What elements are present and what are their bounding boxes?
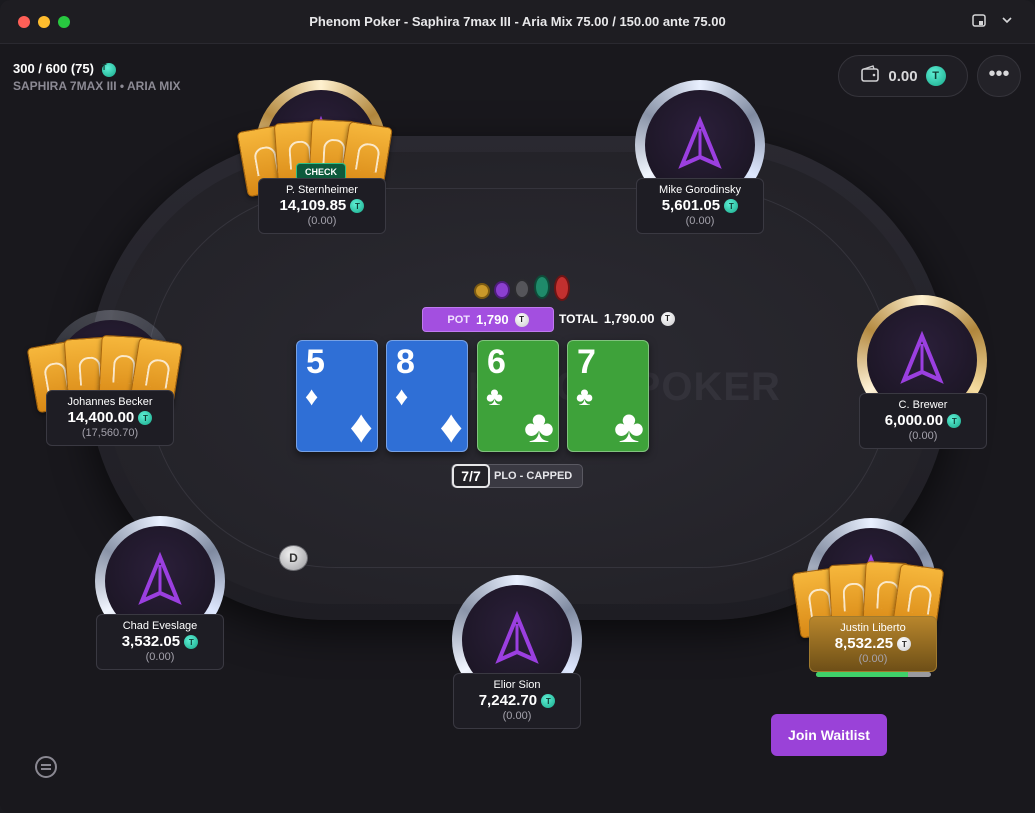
pot-chips xyxy=(474,275,578,303)
board-card: 5 ♦ ♦ xyxy=(296,340,378,452)
card-suit: ♣ xyxy=(576,381,594,411)
chevron-down-icon[interactable] xyxy=(998,13,1016,31)
gem-icon: T xyxy=(514,312,529,327)
gem-icon: T xyxy=(101,62,116,77)
more-menu-button[interactable]: ••• xyxy=(977,55,1021,97)
stack-value: 14,400.00 xyxy=(67,409,135,426)
player-name: Justin Liberto xyxy=(840,622,906,634)
seat-nameplate[interactable]: Johannes Becker 14,400.00 T (17,560.70) xyxy=(46,390,174,446)
player-stack: 5,601.05 T xyxy=(637,197,763,214)
chat-icon[interactable] xyxy=(35,756,57,778)
stack-value: 3,532.05 xyxy=(121,633,181,650)
stack-value: 14,109.85 xyxy=(279,197,347,214)
dealer-button: D xyxy=(279,545,308,571)
game-type-badge: 7/7 PLO - CAPPED xyxy=(451,464,583,488)
card-suit: ♦ xyxy=(395,381,409,411)
board-card: 7 ♣ ♣ xyxy=(567,340,649,452)
gem-icon: T xyxy=(947,414,962,429)
player-sub: (0.00) xyxy=(908,430,938,442)
card-suit-large: ♣ xyxy=(523,400,554,452)
card-suit: ♦ xyxy=(305,381,319,411)
gem-icon: T xyxy=(660,311,675,326)
phenom-logo-icon xyxy=(678,115,722,169)
card-suit: ♣ xyxy=(486,381,504,411)
chip xyxy=(554,275,570,301)
total-label: TOTAL xyxy=(559,311,598,326)
chip xyxy=(534,275,550,299)
card-rank: 7 xyxy=(577,343,596,381)
gem-icon: T xyxy=(724,199,739,214)
total-value: 1,790.00 xyxy=(603,311,655,326)
window-icon[interactable] xyxy=(970,13,988,31)
pot-value: 1,790 xyxy=(476,312,509,327)
join-waitlist-button[interactable]: Join Waitlist xyxy=(771,714,887,756)
player-name: Johannes Becker xyxy=(67,396,153,408)
title-bar: Phenom Poker - Saphira 7max III - Aria M… xyxy=(0,0,1035,44)
player-name: P. Sternheimer xyxy=(286,184,358,196)
seat-nameplate[interactable]: Elior Sion 7,242.70 T (0.00) xyxy=(453,673,581,729)
gem-icon: T xyxy=(184,635,199,650)
timer-fill xyxy=(816,672,908,677)
total-amount: TOTAL 1,790.00 T xyxy=(559,311,675,326)
stakes-text: 300 / 600 (75) xyxy=(13,61,94,76)
app-window: Phenom Poker - Saphira 7max III - Aria M… xyxy=(0,0,1035,813)
stakes-label: 300 / 600 (75) T xyxy=(13,61,116,77)
phenom-logo-icon xyxy=(495,610,539,664)
card-rank: 8 xyxy=(396,343,415,381)
phenom-logo-icon xyxy=(900,330,944,384)
seat-nameplate-active[interactable]: Justin Liberto 8,532.25 T (0.00) xyxy=(809,616,937,672)
player-stack: 8,532.25 T xyxy=(810,635,936,652)
player-sub: (17,560.70) xyxy=(81,427,139,439)
player-stack: 7,242.70 T xyxy=(454,692,580,709)
player-name: Elior Sion xyxy=(493,679,541,691)
board-card: 6 ♣ ♣ xyxy=(477,340,559,452)
pot-amount: POT 1,790 T xyxy=(422,307,554,332)
seat-nameplate[interactable]: C. Brewer 6,000.00 T (0.00) xyxy=(859,393,987,449)
player-count: 7/7 xyxy=(452,464,490,488)
phenom-logo-icon xyxy=(138,551,182,605)
player-stack: 14,400.00 T xyxy=(47,409,173,426)
wallet-balance: 0.00 xyxy=(888,67,918,85)
player-name: C. Brewer xyxy=(898,399,948,411)
card-rank: 6 xyxy=(487,343,506,381)
table-subtitle: SAPHIRA 7MAX III • ARIA MIX xyxy=(13,79,181,93)
player-sub: (0.00) xyxy=(502,710,532,722)
player-sub: (0.00) xyxy=(858,653,888,665)
seat-nameplate[interactable]: P. Sternheimer 14,109.85 T (0.00) xyxy=(258,178,386,234)
gem-icon: T xyxy=(138,411,153,426)
card-suit-large: ♣ xyxy=(613,400,644,452)
player-sub: (0.00) xyxy=(685,215,715,227)
gem-icon: T xyxy=(541,694,556,709)
player-sub: (0.00) xyxy=(307,215,337,227)
window-title: Phenom Poker - Saphira 7max III - Aria M… xyxy=(309,14,726,29)
player-name: Mike Gorodinsky xyxy=(659,184,741,196)
player-stack: 14,109.85 T xyxy=(259,197,385,214)
seat-nameplate[interactable]: Chad Eveslage 3,532.05 T (0.00) xyxy=(96,614,224,670)
player-stack: 3,532.05 T xyxy=(97,633,223,650)
game-name: PLO - CAPPED xyxy=(494,470,573,482)
card-suit-large: ♦ xyxy=(349,400,373,452)
wallet-icon xyxy=(860,65,880,87)
chip xyxy=(514,279,530,299)
wallet-button[interactable]: 0.00 T xyxy=(838,55,968,97)
player-name: Chad Eveslage xyxy=(122,620,198,632)
action-timer-bar xyxy=(816,672,931,677)
stack-value: 7,242.70 xyxy=(478,692,538,709)
card-suit-large: ♦ xyxy=(439,400,463,452)
seat-nameplate[interactable]: Mike Gorodinsky 5,601.05 T (0.00) xyxy=(636,178,764,234)
card-rank: 5 xyxy=(306,343,325,381)
chip xyxy=(474,283,490,299)
stack-value: 6,000.00 xyxy=(884,412,944,429)
board-card: 8 ♦ ♦ xyxy=(386,340,468,452)
gem-icon: T xyxy=(925,66,946,86)
gem-icon: T xyxy=(897,637,912,652)
pot-label: POT xyxy=(447,313,471,326)
player-stack: 6,000.00 T xyxy=(860,412,986,429)
player-sub: (0.00) xyxy=(145,651,175,663)
chip xyxy=(494,281,510,299)
gem-icon: T xyxy=(350,199,365,214)
stack-value: 8,532.25 xyxy=(834,635,894,652)
stack-value: 5,601.05 xyxy=(661,197,721,214)
